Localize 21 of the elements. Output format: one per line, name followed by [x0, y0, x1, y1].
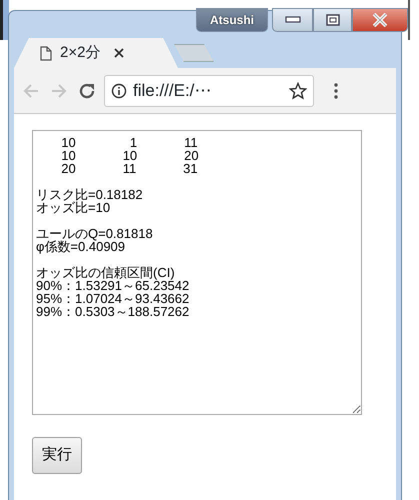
- info-icon: [111, 82, 127, 98]
- close-tab-icon[interactable]: [114, 48, 124, 58]
- bookmark-star-icon[interactable]: [289, 82, 307, 100]
- profile-button[interactable]: Atsushi: [196, 8, 268, 32]
- output-field[interactable]: 10 1 11 10 10 20 20 11 31 リスク比=0.18182 オッズ比=10 ユールのQ=0.81818 φ係数=0.40909 オッズ比の信頼区間(CI) 90%：1.53291～65.23542 95%：1.07024～93.43662 99%：0.5303～188.57262: [32, 130, 362, 415]
- url-text: file:///E:/⋯: [133, 80, 212, 102]
- tab-title: 2×2分: [60, 42, 100, 63]
- menu-icon[interactable]: [334, 82, 338, 98]
- address-bar[interactable]: file:///E:/⋯: [104, 74, 314, 106]
- minimize-button[interactable]: [272, 8, 313, 32]
- page-icon: [40, 46, 52, 60]
- forward-icon: [50, 82, 68, 98]
- reload-icon: [78, 82, 96, 100]
- maximize-button[interactable]: [313, 8, 352, 32]
- back-icon: [22, 82, 40, 98]
- maximize-icon: [326, 14, 340, 26]
- minimize-icon: [284, 16, 300, 24]
- browser-tab[interactable]: 2×2分: [14, 38, 178, 68]
- close-icon: [372, 13, 388, 27]
- close-button[interactable]: [352, 8, 408, 32]
- run-button[interactable]: 実行: [32, 437, 82, 474]
